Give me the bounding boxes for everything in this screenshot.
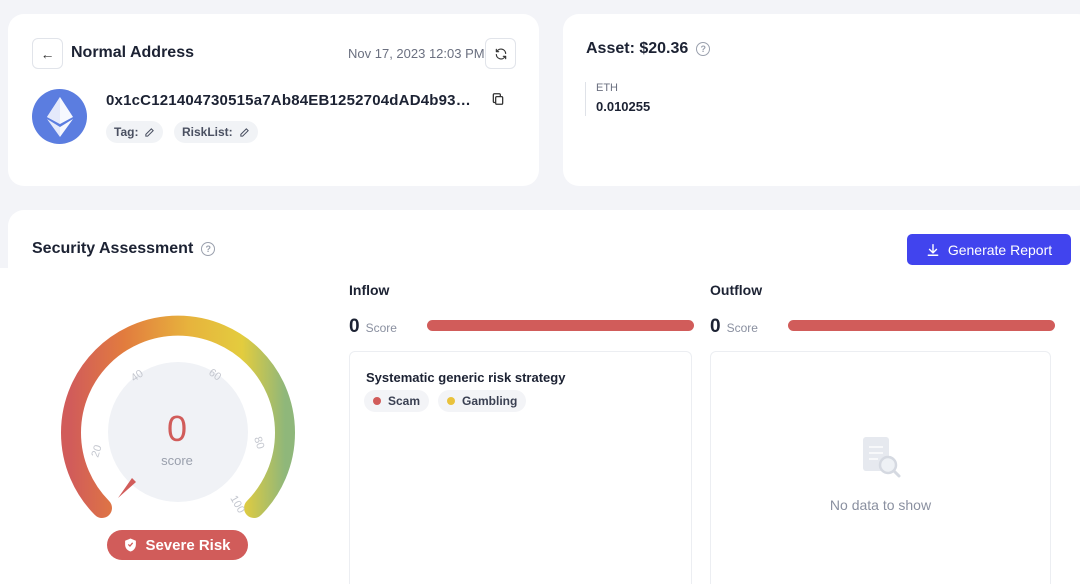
outflow-label: Outflow [710,282,763,298]
risk-tag-scam: Scam [364,390,430,412]
download-icon [927,243,939,256]
inflow-score-value: 0 [349,316,360,337]
risk-tag-label: Gambling [462,394,518,408]
security-title-text: Security Assessment [32,240,194,257]
ethereum-logo-icon [32,89,87,144]
tag-edit-button[interactable]: Tag: [106,121,164,143]
tag-label: Tag: [114,125,139,139]
generate-report-label: Generate Report [947,241,1053,258]
inflow-score-bar [427,320,694,331]
risk-score-value: 0 [166,408,188,449]
outflow-score-bar [788,320,1055,331]
empty-document-icon [863,437,901,478]
arrow-left-icon: ← [40,45,55,62]
asset-card: Asset: $20.36 ? ETH 0.010255 [563,14,1080,186]
asset-item: ETH 0.010255 [585,82,650,116]
asset-symbol: ETH [596,82,618,94]
security-title: Security Assessment ? [32,240,216,258]
risk-tag-label: Scam [388,394,421,408]
risklist-label: RiskList: [182,125,233,139]
gauge-tick-label: 100 [227,494,247,516]
strategy-title: Systematic generic risk strategy [366,370,566,385]
help-icon[interactable]: ? [201,242,216,256]
gauge-tick-label: 80 [251,435,266,450]
shield-icon [125,538,137,552]
asset-amount: 0.010255 [596,99,651,114]
inflow-score: 0 Score [349,316,397,338]
security-assessment-body: 20 40 60 80 100 0 score Severe Risk Infl… [0,268,1080,584]
gauge-tick-label: 20 [89,444,104,459]
risk-level-label: Severe Risk [145,536,231,554]
generate-report-button[interactable]: Generate Report [907,234,1071,265]
pencil-icon [240,127,249,137]
copy-address-button[interactable] [491,92,509,110]
address-card: ← Normal Address Nov 17, 2023 12:03 PM 0… [8,14,539,186]
asset-total: Asset: $20.36 [586,40,689,57]
pencil-icon [145,127,155,137]
outflow-score-value: 0 [710,316,721,337]
empty-state-text: No data to show [829,497,932,513]
outflow-detail-panel: No data to show [710,351,1051,584]
back-button[interactable]: ← [32,38,63,69]
wallet-address: 0x1cC121404730515a7Ab84EB1252704dAD4b93… [106,92,471,109]
risk-score-label: score [161,453,193,468]
refresh-button[interactable] [485,38,516,69]
inflow-detail-panel: Systematic generic risk strategy Scam Ga… [349,351,692,584]
refresh-icon [495,47,506,60]
risk-tag-gambling: Gambling [438,390,527,412]
outflow-score: 0 Score [710,316,758,338]
risklist-edit-button[interactable]: RiskList: [174,121,258,143]
address-type-title: Normal Address [71,44,194,61]
red-dot-icon [373,397,381,405]
gauge-needle [118,478,136,498]
outflow-score-label: Score [726,321,758,335]
copy-icon [492,93,504,105]
address-timestamp: Nov 17, 2023 12:03 PM [348,46,485,61]
inflow-label: Inflow [349,282,390,298]
yellow-dot-icon [447,397,455,405]
help-icon[interactable]: ? [696,42,711,56]
risk-level-badge: Severe Risk [107,530,248,560]
inflow-score-label: Score [365,321,397,335]
asset-title: Asset: $20.36 ? [586,40,711,58]
